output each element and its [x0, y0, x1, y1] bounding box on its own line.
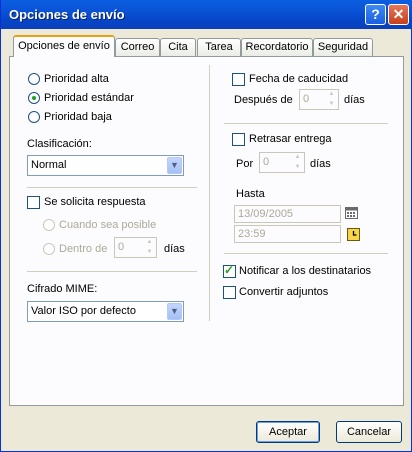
priority-standard-label[interactable]: Prioridad estándar [44, 92, 134, 104]
divider [27, 187, 197, 188]
divider [27, 271, 197, 272]
divider [224, 253, 388, 254]
delay-days-stepper[interactable]: 0 ▲ ▼ [259, 152, 305, 173]
reply-when-possible-radio[interactable] [43, 219, 55, 231]
column-divider [209, 65, 210, 321]
classification-value: Normal [31, 159, 67, 171]
mime-value: Valor ISO por defecto [31, 305, 136, 317]
calendar-icon[interactable] [345, 207, 358, 219]
priority-high-label[interactable]: Prioridad alta [44, 73, 109, 85]
priority-low-label[interactable]: Prioridad baja [44, 111, 112, 123]
until-label: Hasta [236, 188, 265, 200]
chevron-down-icon[interactable]: ▼ [167, 303, 182, 320]
delay-delivery-label[interactable]: Retrasar entrega [249, 133, 332, 145]
send-options-dialog: Opciones de envío ? ✕ Opciones de envío … [0, 0, 412, 452]
help-button[interactable]: ? [365, 4, 386, 25]
priority-low-radio[interactable] [28, 111, 40, 123]
tab-recordatorio[interactable]: Recordatorio [241, 38, 313, 56]
priority-standard-radio[interactable] [28, 92, 40, 104]
chevron-down-icon[interactable]: ▼ [167, 157, 182, 174]
checkmark-icon: ✓ [224, 263, 235, 277]
reply-within-radio[interactable] [43, 243, 55, 255]
expiration-label[interactable]: Fecha de caducidad [249, 73, 348, 85]
mime-select[interactable]: Valor ISO por defecto ▼ [27, 301, 184, 322]
tab-cita[interactable]: Cita [160, 38, 196, 56]
priority-high-radio[interactable] [28, 73, 40, 85]
convert-attachments-checkbox[interactable] [223, 286, 236, 299]
delay-days-value: 0 [263, 156, 270, 168]
stepper-up-icon[interactable]: ▲ [326, 90, 337, 99]
stepper-down-icon[interactable]: ▼ [292, 163, 303, 172]
reply-requested-checkbox[interactable] [27, 196, 40, 209]
reply-within-label[interactable]: Dentro de [59, 243, 107, 255]
classification-label: Clasificación: [27, 138, 92, 150]
expiration-days-value: 0 [303, 93, 310, 105]
expiration-checkbox[interactable] [232, 73, 245, 86]
delay-days-unit: días [310, 158, 331, 170]
stepper-down-icon[interactable]: ▼ [144, 248, 155, 257]
tab-seguridad[interactable]: Seguridad [313, 38, 373, 56]
classification-select[interactable]: Normal ▼ [27, 155, 184, 176]
mime-label: Cifrado MIME: [27, 283, 98, 295]
divider [224, 123, 388, 124]
stepper-down-icon[interactable]: ▼ [326, 100, 337, 109]
reply-days-unit: días [164, 243, 185, 255]
close-button[interactable]: ✕ [388, 4, 409, 25]
reply-days-value: 0 [118, 241, 125, 253]
window-title: Opciones de envío [9, 7, 125, 22]
reply-when-possible-label[interactable]: Cuando sea posible [59, 219, 156, 231]
delay-delivery-checkbox[interactable] [232, 133, 245, 146]
tab-correo[interactable]: Correo [115, 38, 160, 56]
title-bar[interactable]: Opciones de envío ? ✕ [1, 0, 412, 29]
notify-recipients-checkbox[interactable]: ✓ [223, 263, 236, 278]
tab-tarea[interactable]: Tarea [197, 38, 241, 56]
delay-by-label: Por [236, 158, 254, 170]
tab-opciones-de-envio[interactable]: Opciones de envío [13, 35, 115, 57]
expiration-days-stepper[interactable]: 0 ▲ ▼ [299, 89, 339, 110]
stepper-up-icon[interactable]: ▲ [144, 238, 155, 247]
convert-attachments-label[interactable]: Convertir adjuntos [239, 286, 328, 298]
until-time-field[interactable]: 23:59 [234, 225, 341, 243]
stepper-up-icon[interactable]: ▲ [292, 153, 303, 162]
until-date-field[interactable]: 13/09/2005 [234, 205, 341, 223]
cancel-button[interactable]: Cancelar [336, 421, 402, 443]
notify-recipients-label[interactable]: Notificar a los destinatarios [239, 265, 371, 277]
reply-days-stepper[interactable]: 0 ▲ ▼ [114, 237, 157, 258]
reply-requested-label[interactable]: Se solicita respuesta [44, 196, 146, 208]
radio-selected-dot [32, 96, 36, 100]
expiration-after-label: Después de [234, 94, 293, 106]
ok-button[interactable]: Aceptar [256, 421, 320, 443]
tab-panel: Prioridad alta Prioridad estándar Priori… [9, 56, 404, 406]
clock-icon[interactable] [347, 228, 360, 241]
expiration-days-unit: días [344, 94, 365, 106]
